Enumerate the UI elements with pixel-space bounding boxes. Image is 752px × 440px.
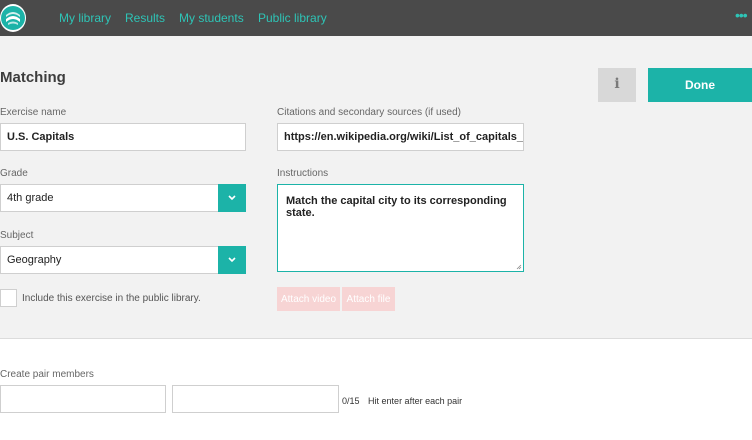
pair-second-input[interactable]	[172, 385, 339, 413]
done-button[interactable]: Done	[648, 68, 752, 102]
info-button[interactable]: i	[598, 68, 636, 102]
nav-results[interactable]: Results	[125, 11, 165, 25]
nav-public-library[interactable]: Public library	[258, 11, 327, 25]
grade-select-value: 4th grade	[7, 192, 54, 204]
page-title: Matching	[0, 69, 66, 86]
app-logo-icon[interactable]	[0, 4, 26, 32]
public-library-checkbox-label: Include this exercise in the public libr…	[22, 293, 201, 304]
grade-label: Grade	[0, 168, 28, 179]
chevron-down-icon[interactable]	[218, 184, 246, 212]
nav-my-students[interactable]: My students	[179, 11, 244, 25]
instructions-text: Match the capital city to its correspond…	[286, 195, 507, 219]
more-menu-icon[interactable]: •••	[735, 7, 748, 23]
citations-input[interactable]: https://en.wikipedia.org/wiki/List_of_ca…	[277, 123, 524, 151]
exercise-name-input[interactable]: U.S. Capitals	[0, 123, 246, 151]
instructions-textarea[interactable]: Match the capital city to its correspond…	[277, 184, 524, 272]
info-icon: i	[614, 76, 620, 92]
resize-grip-icon[interactable]	[516, 264, 522, 270]
pair-count: 0/15	[342, 396, 360, 406]
chevron-down-icon[interactable]	[218, 246, 246, 274]
pair-first-input[interactable]	[0, 385, 166, 413]
nav-my-library[interactable]: My library	[59, 11, 111, 25]
pair-counter: 0/15 Hit enter after each pair	[342, 396, 462, 406]
subject-select[interactable]: Geography	[0, 246, 246, 274]
public-library-checkbox[interactable]	[0, 289, 17, 307]
instructions-label: Instructions	[277, 168, 329, 179]
subject-select-value: Geography	[7, 254, 62, 266]
subject-label: Subject	[0, 230, 34, 241]
pair-hint: Hit enter after each pair	[368, 396, 463, 406]
grade-select[interactable]: 4th grade	[0, 184, 246, 212]
citations-label: Citations and secondary sources (if used…	[277, 107, 461, 118]
create-pair-label: Create pair members	[0, 369, 94, 380]
attach-file-button[interactable]: Attach file	[342, 287, 395, 311]
top-navigation-bar: My library Results My students Public li…	[0, 0, 752, 36]
attach-video-button[interactable]: Attach video	[277, 287, 340, 311]
exercise-name-label: Exercise name	[0, 107, 67, 118]
